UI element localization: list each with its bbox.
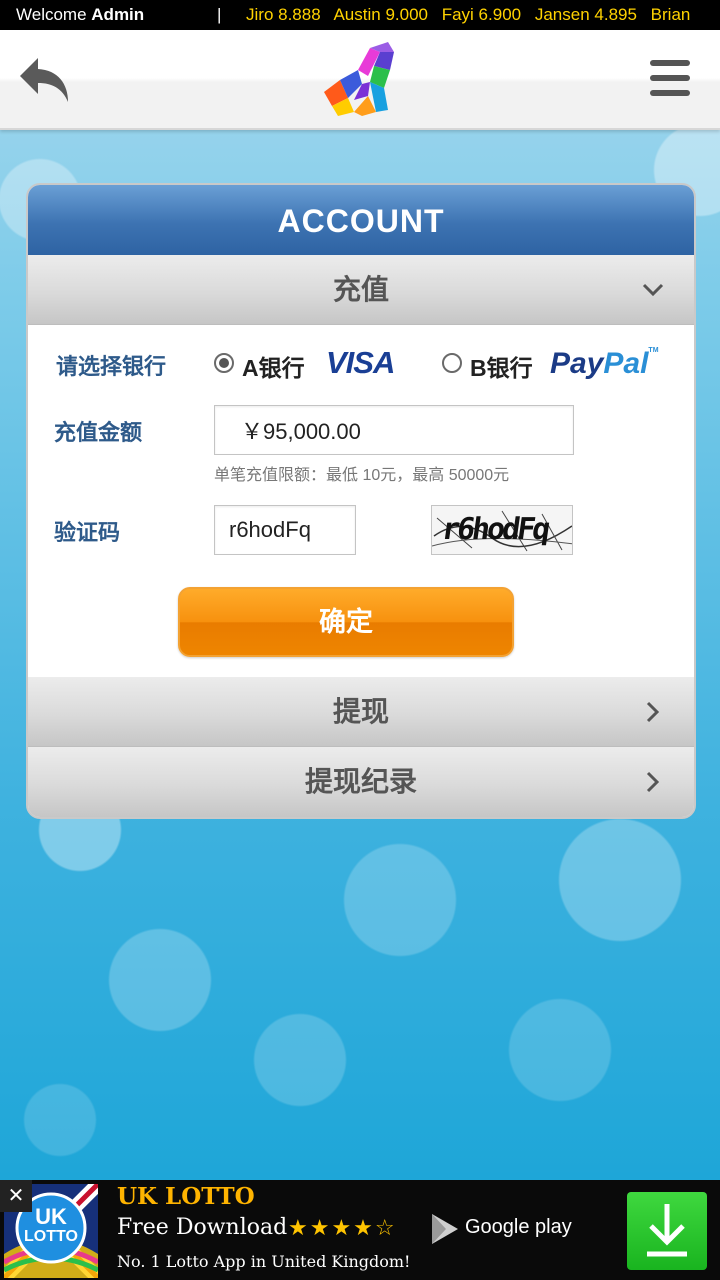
deposit-section-header[interactable]: 充值 <box>28 255 694 325</box>
ad-title: UK LOTTO <box>117 1183 255 1210</box>
app-icon-text-2: LOTTO <box>24 1228 78 1245</box>
ticker-item: Jansen 4.895 <box>534 5 637 24</box>
withdraw-section-label: 提现 <box>332 696 389 727</box>
menu-bar <box>650 90 690 96</box>
ad-close-button[interactable]: ✕ <box>0 1180 32 1212</box>
captcha-image-text: r6hodFq <box>439 512 550 547</box>
amount-input[interactable] <box>214 405 574 455</box>
ad-description: No. 1 Lotto App in United Kingdom! <box>117 1252 411 1271</box>
chevron-right-icon <box>646 771 660 793</box>
withdraw-section-header[interactable]: 提现 <box>28 677 694 747</box>
app-header <box>0 30 720 130</box>
google-play-badge[interactable]: Google play <box>430 1212 572 1246</box>
chevron-down-icon <box>642 283 664 297</box>
account-card: ACCOUNT 充值 请选择银行 A银行 VISA B银行 PayPalTM 充… <box>26 183 696 819</box>
back-arrow-icon <box>20 58 68 102</box>
bank-a-label: A银行 <box>242 355 305 381</box>
ad-rating-stars: ★★★★☆ <box>288 1215 397 1240</box>
captcha-label: 验证码 <box>54 520 121 545</box>
amount-label: 充值金额 <box>54 420 143 445</box>
visa-logo: VISA <box>326 345 395 380</box>
bank-b-radio[interactable] <box>442 353 462 373</box>
deposit-section-label: 充值 <box>332 274 389 305</box>
menu-bar <box>650 60 690 66</box>
site-logo[interactable] <box>318 40 404 118</box>
amount-limit-hint: 单笔充值限额：最低 10元，最高 50000元 <box>214 467 510 484</box>
username: Admin <box>91 5 145 24</box>
ticker-item: Fayi 6.900 <box>441 5 522 24</box>
bank-select-label: 请选择银行 <box>56 354 167 379</box>
separator: | <box>217 5 222 24</box>
ad-subtitle: Free Download <box>117 1215 288 1240</box>
ticker-item: Jiro 8.888 <box>246 5 321 24</box>
bank-b-label: B银行 <box>470 355 533 381</box>
menu-bar <box>650 75 690 81</box>
colorful-logo <box>324 42 394 116</box>
download-button[interactable] <box>627 1192 707 1270</box>
captcha-input[interactable] <box>214 505 356 555</box>
bank-b-option[interactable]: B银行 PayPalTM <box>442 343 682 383</box>
top-status-bar: Welcome Admin | Jiro 8.888 Austin 9.000 … <box>0 0 720 30</box>
winner-ticker: Jiro 8.888 Austin 9.000 Fayi 6.900 Janse… <box>246 0 699 30</box>
ticker-item: Austin 9.000 <box>333 5 428 24</box>
google-play-text: Google play <box>465 1216 572 1238</box>
back-button[interactable] <box>16 52 72 108</box>
confirm-button[interactable]: 确定 <box>178 587 514 657</box>
chevron-right-icon <box>646 701 660 723</box>
ad-banner[interactable]: UK LOTTO ✕ UK LOTTO Free Download ★★★★☆ … <box>0 1179 720 1280</box>
paypal-logo: PayPalTM <box>550 347 659 380</box>
bank-a-radio[interactable] <box>214 353 234 373</box>
deposit-form: 请选择银行 A银行 VISA B银行 PayPalTM 充值金额 单笔充值限额：… <box>28 325 694 677</box>
withdraw-history-section-header[interactable]: 提现纪录 <box>28 747 694 817</box>
ticker-item: Brian <box>650 5 691 24</box>
withdraw-history-section-label: 提现纪录 <box>304 766 417 797</box>
bank-a-option[interactable]: A银行 VISA <box>214 343 410 383</box>
account-title: ACCOUNT <box>28 185 694 255</box>
google-play-icon <box>432 1214 458 1244</box>
download-icon <box>647 1204 687 1257</box>
captcha-image[interactable]: r6hodFq <box>431 505 573 555</box>
welcome-text: Welcome Admin <box>16 5 145 24</box>
hamburger-menu-button[interactable] <box>650 60 690 100</box>
